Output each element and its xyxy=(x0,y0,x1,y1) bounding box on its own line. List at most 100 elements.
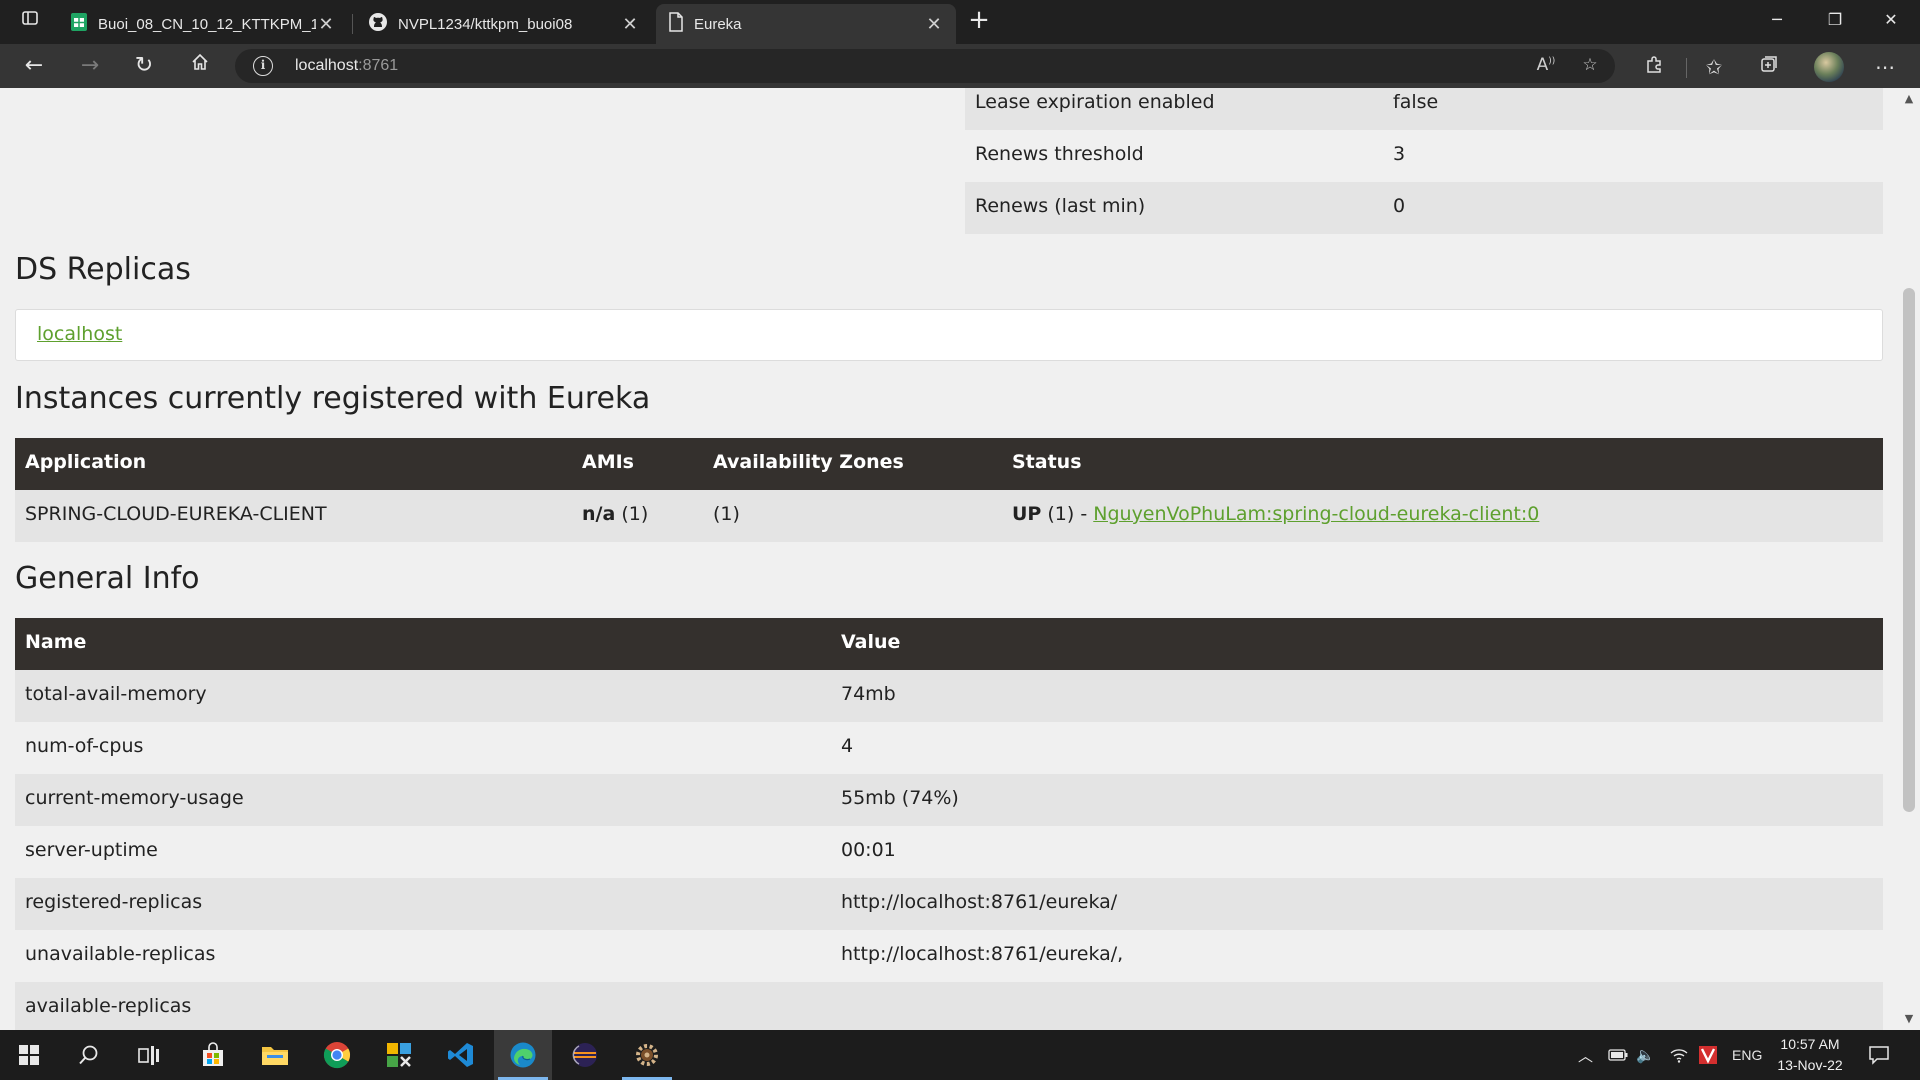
favorites-icon[interactable]: ✩ xyxy=(1697,52,1731,82)
tab-spreadsheet[interactable]: Buoi_08_CN_10_12_KTTKPM_15A ✕ xyxy=(58,4,348,44)
forward-icon[interactable]: → xyxy=(72,50,108,82)
show-hidden-icons[interactable]: ︿ xyxy=(1578,1030,1593,1080)
close-tab-icon[interactable]: ✕ xyxy=(924,14,944,35)
tab-github[interactable]: NVPL1234/kttkpm_buoi08 ✕ xyxy=(356,4,652,44)
info-value: http://localhost:8761/eureka/, xyxy=(841,943,1124,965)
info-name: unavailable-replicas xyxy=(25,943,216,965)
toolbar-separator xyxy=(1686,58,1687,78)
chrome-icon[interactable] xyxy=(308,1030,366,1080)
page-viewport: Lease expiration enabled false Renews th… xyxy=(0,88,1920,1030)
close-tab-icon[interactable]: ✕ xyxy=(316,14,336,35)
browser-tab-bar: Buoi_08_CN_10_12_KTTKPM_15A ✕ NVPL1234/k… xyxy=(0,0,1920,44)
tab-separator xyxy=(352,14,353,34)
tab-actions-icon[interactable] xyxy=(12,6,48,38)
tab-eureka[interactable]: Eureka ✕ xyxy=(656,4,956,44)
column-header: Name xyxy=(25,631,87,653)
status-count: (1) - xyxy=(1041,503,1094,525)
language-indicator[interactable]: ENG xyxy=(1732,1030,1762,1080)
system-clock[interactable]: 10:57 AM 13-Nov-22 xyxy=(1764,1034,1856,1076)
eclipse-icon[interactable] xyxy=(556,1030,614,1080)
collections-icon[interactable] xyxy=(1752,52,1786,82)
extensions-icon[interactable] xyxy=(1637,52,1671,82)
edge-icon[interactable] xyxy=(494,1030,552,1080)
home-icon[interactable] xyxy=(182,50,218,82)
restore-icon[interactable]: ❐ xyxy=(1806,0,1864,40)
browser-toolbar: ← → ↻ i localhost:8761 A)) ☆ ✩ ⋯ xyxy=(0,44,1920,88)
clock-time: 10:57 AM xyxy=(1780,1036,1840,1052)
search-icon[interactable] xyxy=(60,1030,118,1080)
table-header: Application AMIs Availability Zones Stat… xyxy=(15,438,1883,490)
status-value: UP xyxy=(1012,503,1042,525)
replica-link[interactable]: localhost xyxy=(37,323,122,345)
new-tab-icon[interactable]: + xyxy=(964,6,994,36)
file-explorer-icon[interactable] xyxy=(246,1030,304,1080)
wifi-icon[interactable] xyxy=(1670,1030,1688,1080)
url-text[interactable]: localhost:8761 xyxy=(295,57,398,75)
read-aloud-icon[interactable]: A)) xyxy=(1533,55,1559,77)
address-bar[interactable]: i localhost:8761 A)) ☆ xyxy=(235,49,1615,83)
task-view-icon[interactable] xyxy=(120,1030,178,1080)
column-header: AMIs xyxy=(582,451,634,473)
lease-name: Renews (last min) xyxy=(975,195,1146,217)
back-icon[interactable]: ← xyxy=(16,50,52,82)
refresh-icon[interactable]: ↻ xyxy=(126,50,162,82)
lease-name: Renews threshold xyxy=(975,143,1144,165)
table-row: current-memory-usage 55mb (74%) xyxy=(15,774,1883,826)
info-value: 00:01 xyxy=(841,839,896,861)
volume-icon[interactable]: 🔈 xyxy=(1636,1030,1655,1080)
table-row: total-avail-memory 74mb xyxy=(15,670,1883,722)
site-info-icon[interactable]: i xyxy=(253,56,273,76)
close-window-icon[interactable]: ✕ xyxy=(1862,0,1920,40)
add-favorite-icon[interactable]: ☆ xyxy=(1577,55,1603,77)
tab-title: Eureka xyxy=(694,15,742,33)
table-row: available-replicas xyxy=(15,982,1883,1030)
close-tab-icon[interactable]: ✕ xyxy=(620,14,640,35)
table-row: server-uptime 00:01 xyxy=(15,826,1883,878)
column-header: Application xyxy=(25,451,147,473)
notifications-icon[interactable] xyxy=(1868,1030,1890,1080)
info-value: http://localhost:8761/eureka/ xyxy=(841,891,1118,913)
scroll-thumb[interactable] xyxy=(1903,288,1915,812)
amis-value: n/a xyxy=(582,503,616,525)
scroll-down-icon[interactable]: ▼ xyxy=(1898,1010,1920,1028)
table-row: registered-replicas http://localhost:876… xyxy=(15,878,1883,930)
lease-name: Lease expiration enabled xyxy=(975,91,1215,113)
info-value: 4 xyxy=(841,735,854,757)
store-icon[interactable] xyxy=(184,1030,242,1080)
profile-avatar[interactable] xyxy=(1814,52,1844,82)
minimize-icon[interactable]: ─ xyxy=(1748,0,1806,40)
info-name: num-of-cpus xyxy=(25,735,144,757)
start-icon[interactable] xyxy=(0,1030,58,1080)
instance-link[interactable]: NguyenVoPhuLam:spring-cloud-eureka-clien… xyxy=(1093,503,1539,525)
general-info-heading: General Info xyxy=(15,561,200,596)
table-row: unavailable-replicas http://localhost:87… xyxy=(15,930,1883,982)
lease-value: 0 xyxy=(1393,195,1406,217)
antivirus-icon[interactable] xyxy=(1698,1030,1718,1080)
info-name: server-uptime xyxy=(25,839,158,861)
app-icon[interactable] xyxy=(370,1030,428,1080)
info-value: 55mb (74%) xyxy=(841,787,959,809)
amis-cell: n/a (1) xyxy=(582,503,648,525)
table-row: Renews threshold 3 xyxy=(965,130,1883,182)
table-row: Renews (last min) 0 xyxy=(965,182,1883,234)
ds-replicas-list: localhost xyxy=(15,309,1883,361)
ds-replicas-heading: DS Replicas xyxy=(15,252,191,287)
page-icon xyxy=(668,12,684,36)
battery-icon[interactable] xyxy=(1608,1030,1628,1080)
settings-gear-icon[interactable] xyxy=(618,1030,676,1080)
more-options-icon[interactable]: ⋯ xyxy=(1868,52,1902,82)
vertical-scrollbar[interactable]: ▲ ▼ xyxy=(1898,88,1920,1030)
amis-count: (1) xyxy=(615,503,649,525)
info-name: total-avail-memory xyxy=(25,683,207,705)
info-value: 74mb xyxy=(841,683,896,705)
status-cell: UP (1) - NguyenVoPhuLam:spring-cloud-eur… xyxy=(1012,503,1539,525)
scroll-up-icon[interactable]: ▲ xyxy=(1898,90,1920,108)
table-header: Name Value xyxy=(15,618,1883,670)
info-name: available-replicas xyxy=(25,995,192,1017)
tab-title: Buoi_08_CN_10_12_KTTKPM_15A xyxy=(98,15,316,33)
vscode-icon[interactable] xyxy=(432,1030,490,1080)
application-name: SPRING-CLOUD-EUREKA-CLIENT xyxy=(25,503,327,525)
table-row: Lease expiration enabled false xyxy=(965,88,1883,130)
sheets-icon xyxy=(70,12,88,36)
tab-title: NVPL1234/kttkpm_buoi08 xyxy=(398,15,573,33)
